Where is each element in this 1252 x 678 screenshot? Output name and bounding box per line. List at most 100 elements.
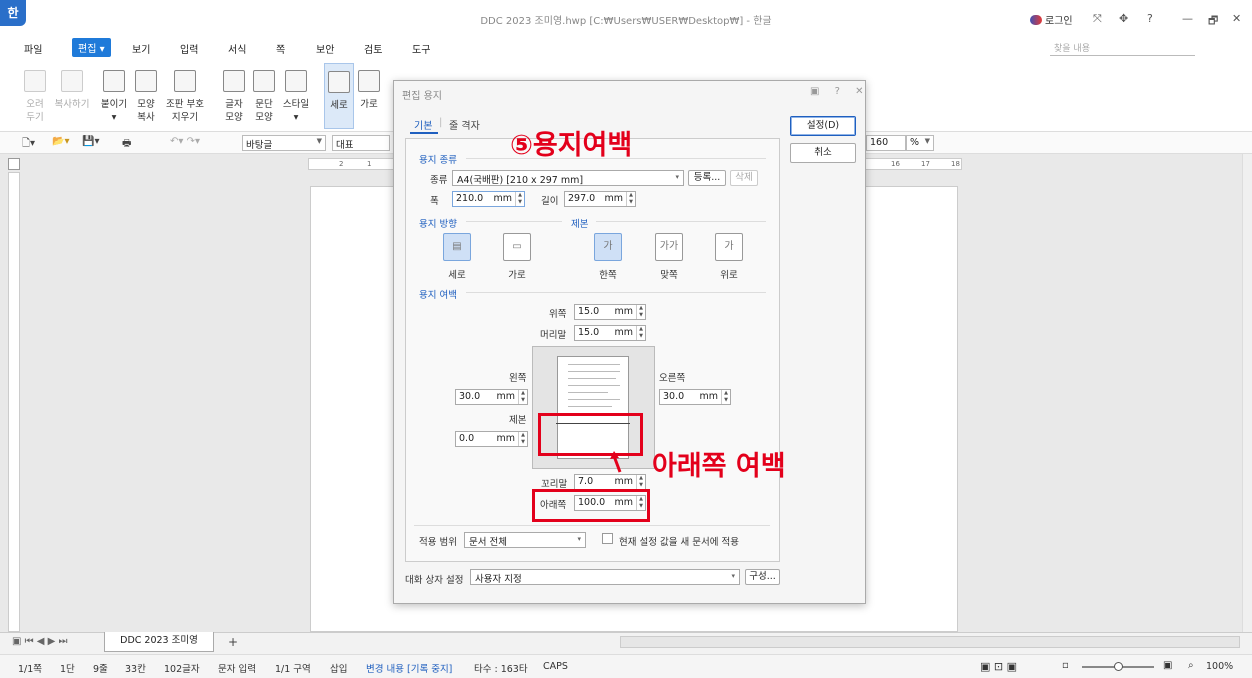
ok-button[interactable]: 설정(D) (790, 116, 856, 136)
status-keystrokes: 타수 : 163타 (474, 664, 528, 675)
undo-icon[interactable]: ↶▾ ↷▾ (170, 136, 200, 147)
login-button[interactable]: 로그인 (1030, 12, 1073, 27)
width-input[interactable]: 210.0 mm ▲ ▼ (452, 191, 525, 207)
spinner-icon[interactable]: ▲ ▼ (626, 192, 635, 206)
menu-file[interactable]: 파일 (24, 41, 42, 56)
menu-tools[interactable]: 도구 (412, 41, 430, 56)
close-icon[interactable]: ✕ (1232, 12, 1241, 25)
ruler-tick: 18 (951, 160, 960, 168)
minimize-icon[interactable]: — (1182, 12, 1193, 25)
status-track-changes[interactable]: 변경 내용 [기록 중지] (366, 661, 452, 675)
zoom-unit-select[interactable]: % ▼ (906, 135, 934, 151)
top-margin-input[interactable]: 15.0 mm ▲ ▼ (574, 304, 646, 320)
annotation-arrow-icon (610, 451, 622, 473)
portrait-page-icon (328, 71, 350, 93)
zoom-slider-handle[interactable] (1114, 662, 1123, 671)
spinner-icon[interactable]: ▲ ▼ (721, 390, 730, 404)
status-insert[interactable]: 삽입 (330, 661, 347, 675)
help-icon[interactable]: ? (1147, 12, 1153, 25)
vertical-ruler[interactable] (8, 172, 20, 632)
open-folder-icon[interactable]: 📂▾ (52, 136, 69, 147)
dialog-title-controls[interactable]: ▣ ? ✕ (810, 86, 870, 97)
menu-edit[interactable]: 편집 ▾ (72, 38, 111, 57)
menu-format[interactable]: 서식 (228, 41, 246, 56)
save-icon[interactable]: 💾▾ (82, 136, 99, 147)
binding-single[interactable]: 가 한쪽 (588, 233, 628, 281)
hwp-logo-icon[interactable]: 한 (0, 0, 26, 26)
char-shape-button[interactable]: 글자 모양 (220, 60, 248, 124)
cut-label: 오려 (26, 99, 44, 110)
tab-line-grid[interactable]: 줄 격자 (449, 117, 480, 132)
copy-button[interactable]: 복사하기 (52, 60, 92, 111)
zoom-input[interactable]: 160 (866, 135, 906, 151)
cut-button[interactable]: 오려 두기 (20, 60, 50, 124)
fullscreen-icon[interactable]: ⤧ (1093, 12, 1102, 26)
footer-margin-value: 7.0 (578, 476, 594, 487)
restore-icon[interactable]: 🗗 (1208, 12, 1218, 31)
gutter-value: 0.0 (459, 433, 475, 444)
view-mode-icons[interactable]: ▣ ⊡ ▣ (980, 660, 1017, 673)
spinner-icon[interactable]: ▲ ▼ (518, 390, 527, 404)
paste-button[interactable]: 붙이기 ▾ (98, 60, 130, 124)
style-button[interactable]: 스타일 ▾ (280, 60, 312, 124)
move-icon[interactable]: ✥ (1119, 12, 1128, 25)
chevron-down-icon: ▾ (731, 572, 735, 580)
height-value: 297.0 (568, 193, 596, 204)
document-tab[interactable]: DDC 2023 조미영 (104, 632, 214, 652)
footer-margin-input[interactable]: 7.0 mm ▲ ▼ (574, 474, 646, 490)
zoom-out-icon[interactable]: ▫ (1062, 660, 1069, 671)
search-icon[interactable]: ⌕ (1188, 660, 1194, 671)
register-button[interactable]: 등록... (688, 170, 726, 186)
new-doc-icon[interactable]: 🗋▾ (22, 136, 35, 153)
right-margin-label: 오른쪽 (659, 373, 686, 384)
spinner-icon[interactable]: ▲ ▼ (515, 192, 524, 206)
style-select[interactable]: 바탕글 ▼ (242, 135, 326, 151)
header-margin-input[interactable]: 15.0 mm ▲ ▼ (574, 325, 646, 341)
para-shape-button[interactable]: 문단 모양 (250, 60, 278, 124)
tab-nav-icon[interactable]: ▣ ⏮ ◀ ▶ ⏭ (12, 636, 68, 647)
menu-review[interactable]: 검토 (364, 41, 382, 56)
delete-button[interactable]: 삭제 (730, 170, 758, 186)
height-input[interactable]: 297.0 mm ▲ ▼ (564, 191, 636, 207)
spinner-icon[interactable]: ▲ ▼ (636, 326, 645, 340)
apply-scope-select[interactable]: 문서 전체 ▾ (464, 532, 586, 548)
spinner-icon[interactable]: ▲ ▼ (636, 475, 645, 489)
menu-edit-label: 편집 (78, 44, 97, 55)
style-preset-select[interactable]: 대표 (332, 135, 390, 151)
orientation-portrait[interactable]: ▤ 세로 (437, 233, 477, 281)
format-painter-button[interactable]: 모양 복사 (132, 60, 160, 124)
landscape-button[interactable]: 가로 (356, 60, 382, 111)
portrait-button[interactable]: 세로 (324, 63, 354, 129)
binding-facing[interactable]: 가가 맞쪽 (649, 233, 689, 281)
gutter-input[interactable]: 0.0 mm ▲ ▼ (455, 431, 528, 447)
vertical-scrollbar[interactable] (1242, 154, 1252, 632)
binding-top[interactable]: 가 위로 (709, 233, 749, 281)
clear-codes-button[interactable]: 조판 부호 지우기 (162, 60, 208, 124)
spinner-icon[interactable]: ▲ ▼ (518, 432, 527, 446)
zoom-in-icon[interactable]: ▣ (1163, 660, 1172, 671)
right-margin-input[interactable]: 30.0 mm ▲ ▼ (659, 389, 731, 405)
menu-page[interactable]: 쪽 (276, 41, 285, 56)
ruler-corner[interactable] (8, 158, 20, 170)
copy-label: 복사하기 (54, 99, 90, 110)
tab-basic[interactable]: 기본 (414, 117, 432, 132)
menu-view[interactable]: 보기 (132, 41, 150, 56)
print-icon[interactable]: 🖶 (122, 136, 131, 153)
menu-security[interactable]: 보안 (316, 41, 334, 56)
configure-button[interactable]: 구성... (745, 569, 780, 585)
left-margin-input[interactable]: 30.0 mm ▲ ▼ (455, 389, 528, 405)
menu-insert[interactable]: 입력 (180, 41, 198, 56)
ruler-tick: 16 (891, 160, 900, 168)
paper-kind-select[interactable]: A4(국배판) [210 x 297 mm] ▾ (452, 170, 684, 186)
horizontal-scrollbar[interactable] (620, 636, 1240, 648)
orientation-landscape[interactable]: ▭ 가로 (497, 233, 537, 281)
cancel-button[interactable]: 취소 (790, 143, 856, 163)
search-input[interactable]: 찾을 내용 (1050, 38, 1195, 56)
preview-line (568, 399, 620, 400)
spinner-icon[interactable]: ▲ ▼ (636, 305, 645, 319)
status-caps: CAPS (543, 661, 568, 672)
apply-new-doc-checkbox[interactable] (602, 533, 613, 544)
dialog-setting-select[interactable]: 사용자 지정 ▾ (470, 569, 740, 585)
clear-codes-label-2: 지우기 (171, 112, 199, 123)
add-tab-button[interactable]: + (228, 635, 238, 649)
